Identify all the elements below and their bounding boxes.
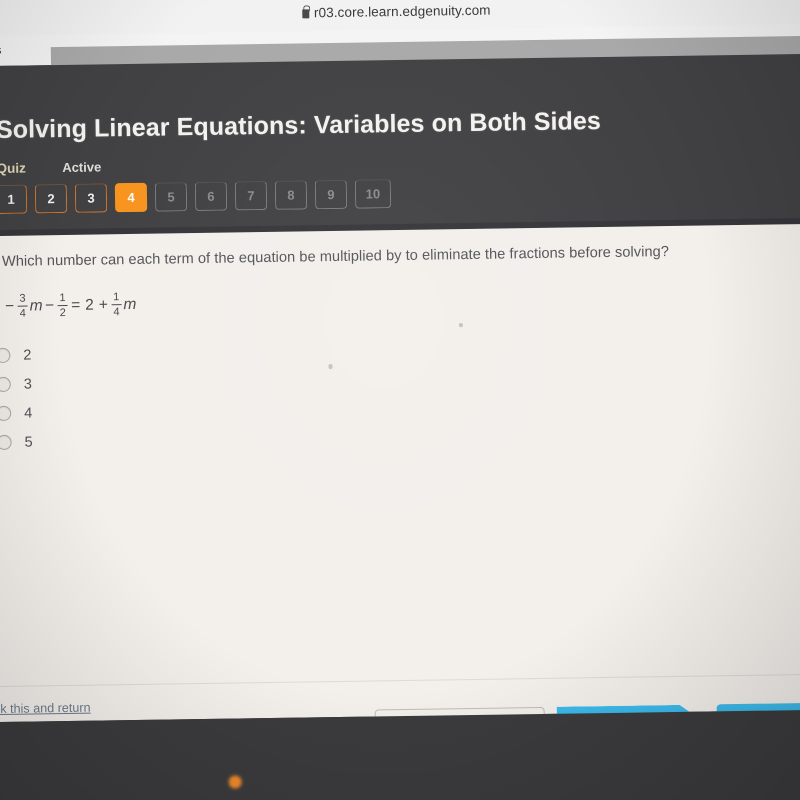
- equation-constant-two: 2: [85, 296, 94, 314]
- question-tab-2[interactable]: 2: [34, 183, 68, 214]
- radio-button-icon[interactable]: [0, 347, 11, 364]
- question-tab-8[interactable]: 8: [274, 180, 308, 210]
- breadcrumb-active: Active: [62, 159, 102, 176]
- answer-option-list: 2 3 4 5: [0, 340, 33, 457]
- radio-button-icon[interactable]: [0, 405, 12, 422]
- mark-this-and-return-link[interactable]: Mark this and return: [0, 701, 91, 717]
- app-header: Solving Linear Equations: Variables on B…: [0, 53, 800, 231]
- breadcrumb-quiz: Quiz: [0, 160, 26, 176]
- question-tab-list: 1 2 3 4 5 6 7 8 9 10: [0, 179, 392, 215]
- answer-option-2[interactable]: 2: [0, 340, 32, 370]
- fraction-one-fourth: 1 4: [111, 291, 122, 318]
- answer-option-label: 5: [24, 433, 33, 451]
- question-tab-10[interactable]: 10: [354, 179, 392, 209]
- dust-speck: [328, 364, 333, 370]
- question-tab-1[interactable]: 1: [0, 184, 28, 215]
- answer-option-label: 3: [23, 375, 32, 393]
- question-tab-5[interactable]: 5: [154, 182, 188, 212]
- answer-option-5[interactable]: 5: [0, 427, 33, 457]
- fraction-one-half: 1 2: [57, 291, 68, 319]
- indicator-led: [228, 775, 242, 789]
- equation-equals: =: [71, 296, 81, 314]
- fraction-numerator: 1: [113, 291, 120, 304]
- url-text: r03.core.learn.edgenuity.com: [313, 2, 491, 21]
- fraction-numerator: 1: [59, 291, 66, 305]
- equation-variable-2: m: [123, 295, 137, 313]
- address-bar[interactable]: r03.core.learn.edgenuity.com: [0, 0, 800, 25]
- bookmark-item-notes[interactable]: otes: [0, 43, 2, 57]
- fraction-three-fourths: 3 4: [17, 292, 28, 320]
- question-tab-3[interactable]: 3: [74, 183, 108, 213]
- fraction-denominator: 4: [113, 305, 120, 318]
- fraction-denominator: 4: [19, 307, 26, 320]
- equation-minus-2: −: [44, 296, 55, 315]
- radio-button-icon[interactable]: [0, 376, 11, 393]
- fraction-numerator: 3: [19, 292, 26, 305]
- equation-variable-1: m: [29, 297, 43, 315]
- answer-option-label: 4: [24, 404, 33, 422]
- dust-speck: [458, 323, 463, 328]
- page-title: Solving Linear Equations: Variables on B…: [0, 107, 602, 144]
- radio-button-icon[interactable]: [0, 434, 12, 451]
- lock-icon: [301, 9, 310, 19]
- question-tab-9[interactable]: 9: [314, 179, 348, 210]
- question-card: Which number can each term of the equati…: [0, 223, 800, 746]
- breadcrumb: Quiz Active: [0, 158, 101, 178]
- screen-content: n 1 r03.core.learn.edgenuity.com otes So…: [0, 0, 800, 800]
- answer-option-label: 2: [23, 346, 32, 364]
- question-tab-4[interactable]: 4: [114, 182, 148, 213]
- answer-option-3[interactable]: 3: [0, 369, 32, 399]
- fraction-denominator: 2: [59, 306, 66, 319]
- equation-minus-1: −: [4, 297, 15, 315]
- answer-option-4[interactable]: 4: [0, 398, 32, 428]
- question-prompt: Which number can each term of the equati…: [1, 244, 670, 270]
- question-tab-7[interactable]: 7: [234, 180, 268, 211]
- photo-of-screen: n 1 r03.core.learn.edgenuity.com otes So…: [0, 0, 800, 800]
- desk-background: [0, 709, 800, 800]
- equation-plus: +: [98, 296, 109, 314]
- footer-divider: [0, 673, 800, 688]
- question-equation: − 3 4 m − 1 2 = 2 + 1 4 m: [2, 291, 137, 320]
- question-tab-6[interactable]: 6: [194, 181, 228, 212]
